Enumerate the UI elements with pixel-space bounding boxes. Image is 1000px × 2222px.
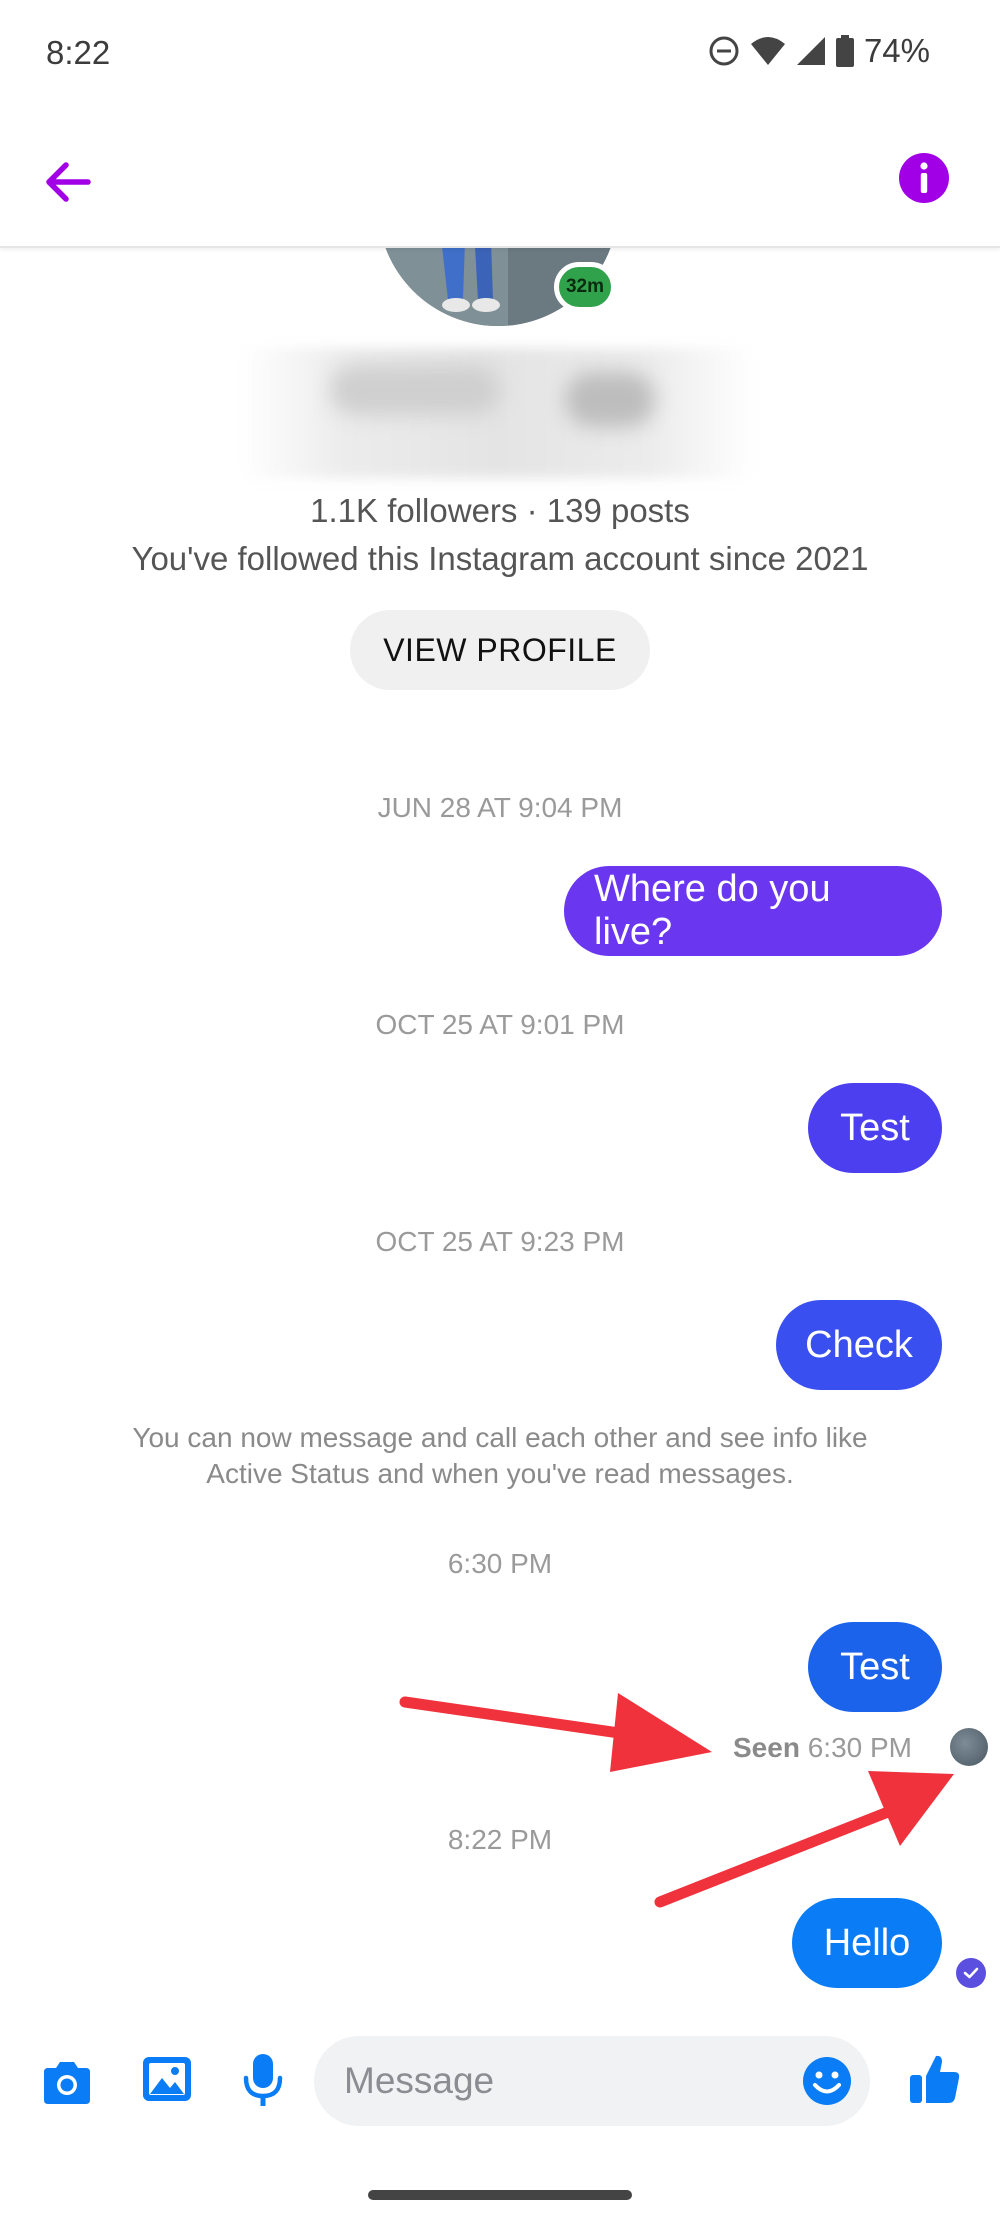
arrow-to-seen [399, 1693, 712, 1772]
redaction-blur [330, 365, 500, 415]
thumbs-up-icon [910, 2055, 960, 2103]
battery-percent: 74% [863, 32, 930, 69]
camera-icon [44, 2062, 90, 2104]
message-timestamp: OCT 25 AT 9:01 PM [375, 1009, 625, 1040]
emoji-icon [803, 2057, 851, 2105]
gallery-icon [143, 2057, 191, 2101]
message-timestamp: OCT 25 AT 9:23 PM [375, 1226, 625, 1257]
message-bubble[interactable]: Check [776, 1300, 942, 1390]
emoji-button[interactable] [800, 2054, 854, 2113]
back-button[interactable] [36, 150, 100, 214]
microphone-button[interactable] [240, 2050, 286, 2115]
wifi-icon [750, 37, 785, 65]
seen-receipt: Seen 6:30 PM [733, 1732, 912, 1764]
message-timestamp: 6:30 PM [447, 1548, 553, 1579]
microphone-icon [243, 2054, 283, 2106]
battery-icon [835, 35, 854, 67]
active-status-badge: 32m [554, 262, 616, 312]
seen-label: Seen [733, 1732, 800, 1763]
back-arrow-icon [46, 162, 91, 202]
status-icons: 74% [708, 32, 930, 70]
gallery-button[interactable] [138, 2050, 196, 2113]
profile-name-redacted [240, 348, 755, 478]
message-timestamp: JUN 28 AT 9:04 PM [377, 792, 623, 823]
followers-count: 1.1K followers · 139 posts [310, 492, 690, 529]
camera-button[interactable] [38, 2054, 96, 2117]
signal-icon [796, 37, 825, 65]
home-indicator[interactable] [368, 2190, 632, 2200]
message-bubble[interactable]: Where do you live? [564, 866, 942, 956]
do-not-disturb-icon [709, 36, 739, 66]
sent-check-icon [956, 1958, 986, 1988]
view-profile-button[interactable]: VIEW PROFILE [350, 610, 650, 690]
seen-time: 6:30 PM [807, 1732, 912, 1763]
redaction-blur [565, 372, 655, 427]
messaging-notice: You can now message and call each other … [132, 1422, 868, 1489]
info-icon [899, 153, 949, 203]
seen-avatar [950, 1728, 988, 1766]
info-button[interactable] [896, 150, 952, 206]
message-timestamp: 8:22 PM [447, 1824, 553, 1855]
message-bubble[interactable]: Hello [792, 1898, 942, 1988]
status-time: 8:22 [46, 34, 111, 71]
follow-since-text: You've followed this Instagram account s… [131, 540, 869, 577]
like-button[interactable] [906, 2050, 964, 2113]
message-bubble[interactable]: Test [808, 1622, 942, 1712]
chat-header [0, 110, 1000, 248]
message-input-placeholder: Message [344, 2060, 495, 2101]
message-bubble[interactable]: Test [808, 1083, 942, 1173]
